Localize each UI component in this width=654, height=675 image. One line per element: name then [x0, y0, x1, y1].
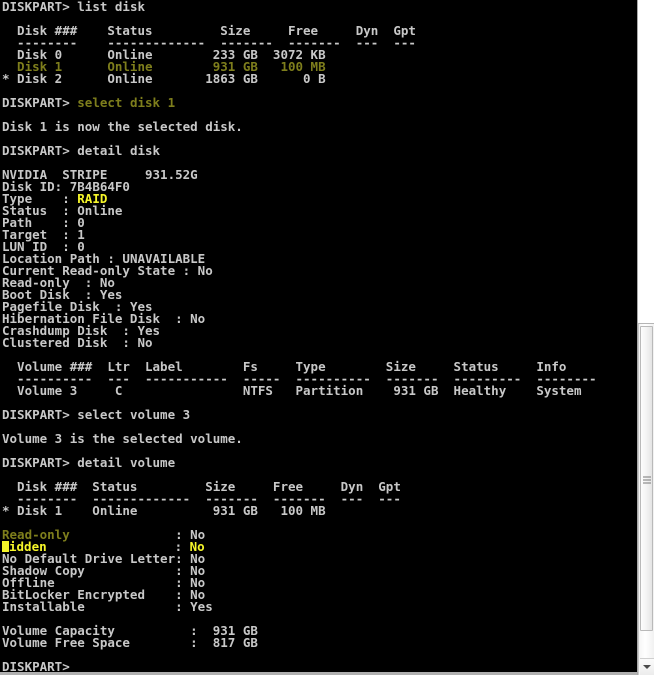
prompt-label: DISKPART> [2, 455, 70, 470]
volume-capacity-row: Volume Free Space : 817 GB [2, 635, 637, 650]
disk-detail-fields: Status : Online Path : 0 Target : 1 LUN ID … [2, 204, 637, 350]
field-label: Clustered Disk : [2, 335, 138, 350]
command-line-select-volume: DISKPART> select volume 3 [2, 407, 637, 422]
prompt-label: DISKPART> [2, 143, 70, 158]
grip-lines-icon [642, 474, 651, 483]
command-line-detail-volume: DISKPART> detail volume [2, 455, 637, 470]
command-text-select-disk: select disk 1 [77, 95, 176, 110]
table-row: Volume 3 C NTFS Partition 931 GB Healthy… [2, 383, 582, 398]
capacity-value: 817 GB [197, 635, 258, 650]
flag-value: Yes [190, 599, 213, 614]
disk-detail-field: Clustered Disk : No [2, 335, 637, 350]
chevron-down-icon [643, 665, 651, 669]
select-volume-result: Volume 3 is the selected volume. [2, 431, 243, 446]
diskpart-window: DISKPART> list disk Disk ### Status Size… [0, 0, 654, 675]
command-line-list-disk: DISKPART> list disk [2, 0, 637, 14]
vertical-scrollbar[interactable] [637, 0, 654, 675]
field-value: No [137, 335, 153, 350]
scrollbar-upper-gutter [638, 0, 654, 323]
table-row: * Disk 1 Online 931 GB 100 MB [2, 503, 326, 518]
table-row: * Disk 2 Online 1863 GB 0 B [2, 71, 326, 86]
volume-flag-list: Read-only : No idden : No No Default Drive… [2, 528, 637, 614]
scrollbar-thumb[interactable] [640, 326, 653, 631]
select-disk-result: Disk 1 is now the selected disk. [2, 119, 243, 134]
disk-detail-field: Status : Online [2, 204, 637, 217]
command-text-detail-volume: detail volume [77, 455, 176, 470]
prompt-label: DISKPART> [2, 0, 70, 14]
field-value: No [190, 311, 206, 326]
prompt-label: DISKPART> [2, 95, 70, 110]
command-text-select-volume: select volume 3 [77, 407, 191, 422]
capacity-label: Volume Free Space : [2, 635, 198, 650]
disk-detail-field: Path : 0 [2, 216, 637, 229]
scrollbar-down-button[interactable] [640, 658, 654, 675]
field-value: No [197, 263, 213, 278]
prompt-label: DISKPART> [2, 407, 70, 422]
volume-flag-row: Installable : Yes [2, 599, 637, 614]
volume-capacity-list: Volume Capacity : 931 GB Volume Free Spac… [2, 624, 637, 650]
disk-detail-field: Target : 1 [2, 228, 637, 241]
command-text-list-disk: list disk [77, 0, 145, 14]
scrollbar-track[interactable] [638, 323, 654, 675]
flag-label: Installable [2, 599, 176, 614]
console-output[interactable]: DISKPART> list disk Disk ### Status Size… [0, 0, 637, 675]
flag-separator: : [175, 599, 191, 614]
command-text-detail-disk: detail disk [77, 143, 161, 158]
command-line-detail-disk: DISKPART> detail disk [2, 143, 637, 158]
command-line-select-disk: DISKPART> select disk 1 [2, 95, 637, 110]
